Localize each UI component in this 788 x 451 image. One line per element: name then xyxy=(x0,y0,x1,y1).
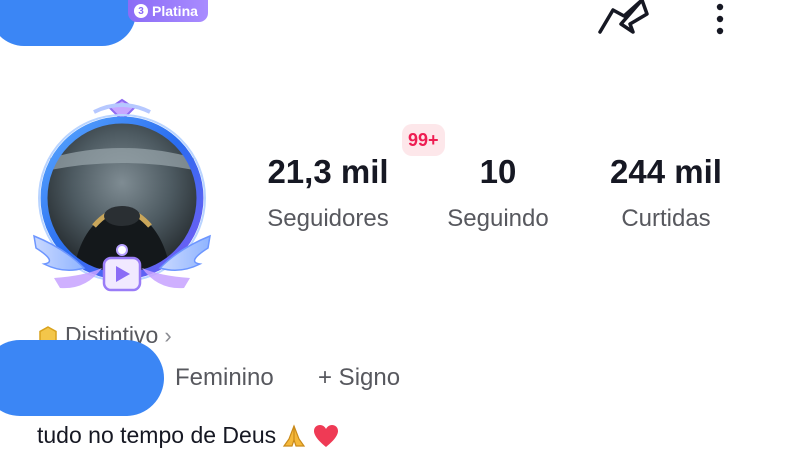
avatar-frame xyxy=(33,98,211,292)
redacted-info xyxy=(0,340,164,416)
add-sign-button[interactable]: + Signo xyxy=(318,364,400,392)
likes-label: Curtidas xyxy=(621,205,711,232)
following-count: 10 xyxy=(479,153,517,190)
tier-badge[interactable]: 3 Platina xyxy=(128,0,208,22)
share-button[interactable] xyxy=(595,0,653,38)
chevron-right-icon: › xyxy=(164,322,172,348)
gender-tag[interactable]: Feminino xyxy=(175,364,274,392)
praying-hands-icon xyxy=(282,423,306,447)
avatar[interactable] xyxy=(24,98,220,296)
followers-label: Seguidores xyxy=(267,205,389,232)
followers-count: 21,3 mil xyxy=(267,153,389,190)
likes-count: 244 mil xyxy=(610,153,722,190)
stat-followers[interactable]: 21,3 mil Seguidores xyxy=(243,152,413,234)
bio: tudo no tempo de Deus xyxy=(37,422,340,449)
stat-following[interactable]: 10 Seguindo xyxy=(413,152,583,234)
more-button[interactable] xyxy=(705,2,735,36)
redacted-name xyxy=(0,0,136,46)
bio-text: tudo no tempo de Deus xyxy=(37,422,277,448)
heart-icon xyxy=(314,424,339,447)
tier-level: 3 xyxy=(134,4,148,18)
stat-likes[interactable]: 244 mil Curtidas xyxy=(581,152,751,234)
following-label: Seguindo xyxy=(447,205,549,232)
tier-label: Platina xyxy=(152,3,198,19)
more-vertical-icon xyxy=(716,3,724,35)
share-arrow-icon xyxy=(598,0,649,34)
